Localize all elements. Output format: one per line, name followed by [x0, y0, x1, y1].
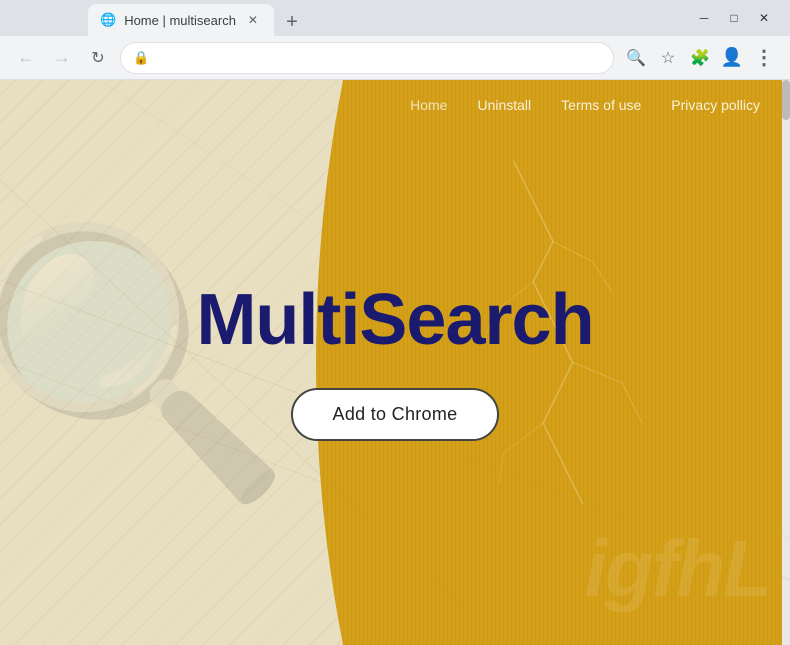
site-title: MultiSearch [196, 284, 593, 356]
bookmark-icon: ☆ [661, 48, 675, 68]
title-part2: Search [359, 280, 593, 360]
tab-close-button[interactable]: ✕ [244, 11, 262, 29]
extensions-button[interactable]: 🧩 [686, 44, 714, 72]
address-bar[interactable]: 🔒 [120, 42, 614, 74]
forward-button[interactable]: → [48, 44, 76, 72]
address-bar-container: ← → ↻ 🔒 🔍 ☆ 🧩 👤 ⋮ [0, 36, 790, 80]
lock-icon: 🔒 [133, 50, 149, 66]
search-toolbar-button[interactable]: 🔍 [622, 44, 650, 72]
toolbar-icons: 🔍 ☆ 🧩 👤 ⋮ [622, 44, 778, 72]
main-content: MultiSearch Add to Chrome [0, 80, 790, 645]
website: 🔍 igfhL Home Uninstall [0, 80, 790, 645]
maximize-button[interactable]: □ [720, 4, 748, 32]
title-part1: Multi [196, 280, 359, 360]
search-toolbar-icon: 🔍 [626, 48, 646, 68]
close-button[interactable]: ✕ [750, 4, 778, 32]
back-button[interactable]: ← [12, 44, 40, 72]
minimize-button[interactable]: ─ [690, 4, 718, 32]
refresh-icon: ↻ [91, 48, 104, 68]
add-to-chrome-button[interactable]: Add to Chrome [291, 388, 500, 441]
new-tab-button[interactable]: + [278, 8, 306, 36]
back-icon: ← [17, 47, 35, 68]
tab-favicon: 🌐 [100, 12, 116, 28]
title-bar: 🌐 Home | multisearch ✕ + ─ □ ✕ [0, 0, 790, 36]
extensions-icon: 🧩 [690, 48, 710, 68]
site-navigation: Home Uninstall Terms of use Privacy poll… [0, 80, 790, 130]
nav-privacy[interactable]: Privacy pollicy [671, 97, 760, 113]
refresh-button[interactable]: ↻ [84, 44, 112, 72]
tab-title: Home | multisearch [124, 13, 236, 28]
active-tab[interactable]: 🌐 Home | multisearch ✕ [88, 4, 274, 36]
profile-button[interactable]: 👤 [718, 44, 746, 72]
menu-icon: ⋮ [754, 45, 774, 70]
forward-icon: → [53, 47, 71, 68]
menu-button[interactable]: ⋮ [750, 44, 778, 72]
nav-uninstall[interactable]: Uninstall [477, 97, 531, 113]
profile-icon: 👤 [721, 47, 743, 68]
nav-home[interactable]: Home [410, 97, 447, 113]
bookmark-button[interactable]: ☆ [654, 44, 682, 72]
browser-content: 🔍 igfhL Home Uninstall [0, 80, 790, 645]
nav-terms[interactable]: Terms of use [561, 97, 641, 113]
